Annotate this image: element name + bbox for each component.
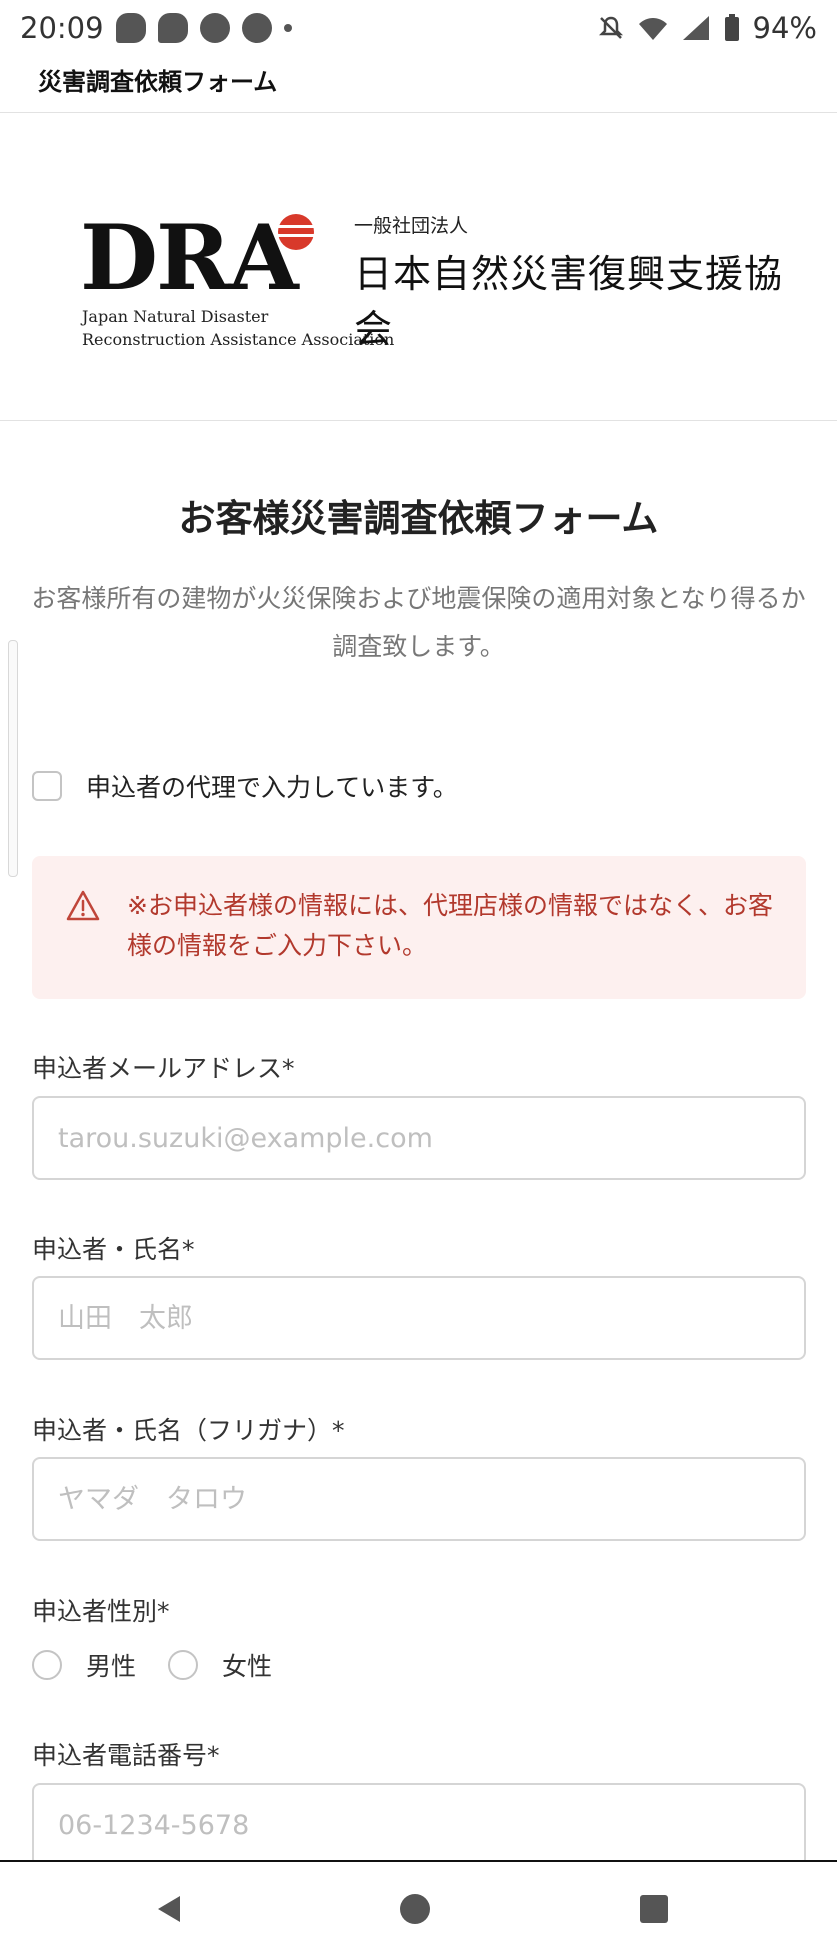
name-kana-label: 申込者・氏名（フリガナ）*: [32, 1416, 345, 1445]
name-input[interactable]: [32, 1276, 806, 1360]
status-time: 20:09: [20, 11, 104, 45]
form-title: お客様災害調査依頼フォーム: [178, 497, 659, 540]
scrollbar-thumb[interactable]: [8, 640, 18, 877]
logo-abbr: DRA: [80, 205, 299, 311]
logo-org-type: 一般社団法人: [354, 215, 469, 237]
back-icon[interactable]: [152, 1892, 186, 1926]
status-right: 94%: [597, 11, 817, 45]
dra-logo: DRA Japan Natural Disaster Reconstructio…: [80, 205, 810, 355]
facebook-icon: [241, 13, 272, 43]
dot-icon: [283, 24, 292, 32]
page: 20:09 94% 災害調査依頼フォーム DRA Japan Natural D…: [0, 0, 837, 1955]
gender-radio-female-label[interactable]: 女性: [222, 1647, 272, 1683]
logo-mark-icon: [278, 214, 314, 250]
gender-radio-group: 男性 女性: [32, 1647, 304, 1683]
logo-en-line1: Japan Natural Disaster: [82, 307, 269, 326]
system-nav-bar: [0, 1860, 837, 1955]
email-label: 申込者メールアドレス*: [32, 1054, 295, 1083]
name-label: 申込者・氏名*: [32, 1235, 195, 1264]
warning-icon: [66, 890, 100, 921]
phone-label: 申込者電話番号*: [32, 1741, 220, 1770]
gender-radio-male[interactable]: [32, 1650, 62, 1680]
warning-text: ※お申込者様の情報には、代理店様の情報ではなく、お客様の情報をご入力下さい。: [127, 891, 773, 960]
logo-divider: [0, 420, 837, 421]
wifi-icon: [638, 18, 667, 40]
logo-org-name: 日本自然災害復興支援協会: [354, 252, 784, 351]
status-bar: 20:09 94%: [0, 0, 837, 56]
facebook-icon: [199, 13, 230, 43]
form-description: お客様所有の建物が火災保険および地震保険の適用対象となり得るか調査致します。: [31, 584, 806, 661]
header-divider: [0, 112, 837, 113]
logo-english-name: Japan Natural Disaster Reconstruction As…: [82, 305, 394, 351]
phone-input[interactable]: [32, 1783, 806, 1867]
proxy-checkbox[interactable]: [32, 771, 62, 801]
recents-icon[interactable]: [637, 1892, 671, 1926]
app-title: 災害調査依頼フォーム: [38, 68, 278, 96]
line-icon: [115, 13, 146, 43]
warning-alert: ※お申込者様の情報には、代理店様の情報ではなく、お客様の情報をご入力下さい。: [32, 856, 806, 999]
gender-radio-male-label[interactable]: 男性: [86, 1647, 136, 1683]
proxy-checkbox-row[interactable]: 申込者の代理で入力しています。: [32, 768, 458, 804]
signal-icon: [682, 16, 709, 40]
name-kana-input[interactable]: [32, 1457, 806, 1541]
proxy-checkbox-label[interactable]: 申込者の代理で入力しています。: [86, 768, 458, 804]
status-left: 20:09: [20, 11, 292, 45]
gender-label: 申込者性別*: [32, 1597, 170, 1626]
mute-icon: [598, 16, 623, 39]
logo-en-line2: Reconstruction Assistance Association: [82, 330, 395, 349]
home-icon[interactable]: [398, 1892, 432, 1926]
chat-plus-icon: [157, 13, 188, 43]
battery-icon: [724, 14, 739, 41]
email-input[interactable]: [32, 1096, 806, 1180]
battery-level: 94%: [752, 11, 817, 45]
gender-radio-female[interactable]: [168, 1650, 199, 1680]
